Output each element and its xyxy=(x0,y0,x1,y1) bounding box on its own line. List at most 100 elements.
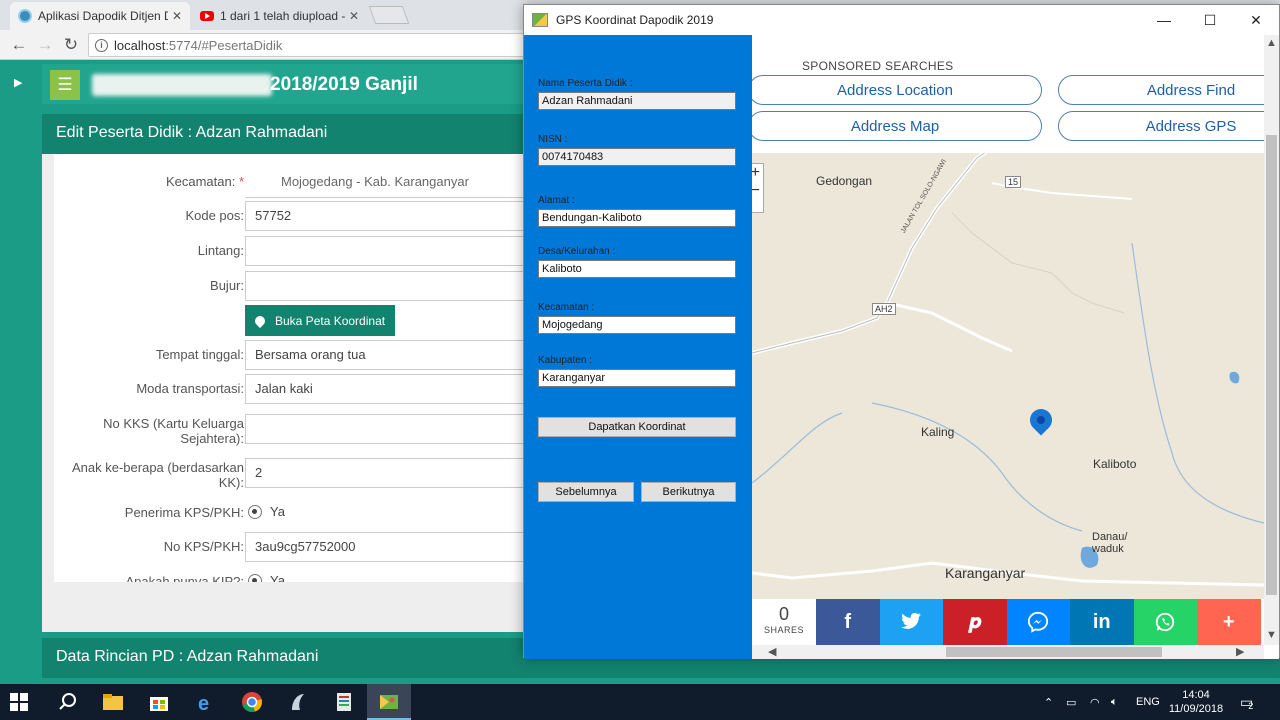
edge-browser-icon[interactable]: e xyxy=(194,690,218,714)
desa-input[interactable]: Kaliboto xyxy=(538,260,736,278)
open-map-button[interactable]: Buka Peta Koordinat xyxy=(245,305,395,336)
tab-title: Aplikasi Dapodik Ditjen D xyxy=(38,9,168,23)
clock-date: 11/09/2018 xyxy=(1168,703,1224,715)
ad-address-find[interactable]: Address Find xyxy=(1058,75,1279,105)
wifi-icon[interactable]: ◠ xyxy=(1090,684,1100,720)
kps-radio-ya[interactable]: Ya xyxy=(248,504,285,519)
chrome-browser-icon[interactable] xyxy=(240,690,264,714)
nisn-label: NISN : xyxy=(538,134,568,145)
notification-center-icon[interactable]: ▭ 2 xyxy=(1240,684,1253,720)
windows-start-icon[interactable] xyxy=(10,693,28,711)
gps-app-taskbar-button[interactable] xyxy=(367,684,411,720)
blurred-title-redaction xyxy=(92,74,272,96)
ad-address-gps[interactable]: Address GPS xyxy=(1058,111,1279,141)
nisn-input[interactable]: 0074170483 xyxy=(538,148,736,166)
reload-icon[interactable]: ↻ xyxy=(60,34,82,56)
facebook-share-icon[interactable]: f xyxy=(816,599,880,645)
scrollbar-thumb[interactable] xyxy=(1266,135,1277,595)
messenger-share-icon[interactable] xyxy=(1006,599,1070,645)
scroll-down-icon[interactable]: ▼ xyxy=(1266,629,1277,641)
map-label-gedongan: Gedongan xyxy=(816,174,873,188)
map-label-kaling: Kaling xyxy=(921,425,955,439)
system-clock[interactable]: 14:04 11/09/2018 xyxy=(1168,688,1224,716)
map-roads-svg xyxy=(752,153,1264,587)
show-hidden-icons[interactable]: ⌃ xyxy=(1044,684,1053,720)
url-path: :5774/#PesertaDidik xyxy=(165,37,283,53)
app-launcher-icon[interactable] xyxy=(286,690,310,714)
tab-dapodik[interactable]: Aplikasi Dapodik Ditjen D ✕ xyxy=(10,2,190,30)
previous-button[interactable]: Sebelumnya xyxy=(538,482,634,502)
kps-label: Penerima KPS/PKH: xyxy=(124,505,244,520)
share-count: 0 xyxy=(778,604,789,624)
map-label-danau: Danau/ xyxy=(1092,531,1128,543)
maximize-icon[interactable]: ☐ xyxy=(1187,5,1233,35)
forward-arrow-icon[interactable]: → xyxy=(34,34,56,56)
scroll-left-icon[interactable]: ◀ xyxy=(768,645,776,658)
youtube-favicon-icon xyxy=(200,11,214,21)
back-arrow-icon[interactable]: ← xyxy=(8,34,30,56)
map-marker-icon xyxy=(252,313,268,328)
new-tab-button[interactable] xyxy=(368,6,410,24)
map-label-kaliboto: Kaliboto xyxy=(1093,457,1137,471)
kecamatan-input[interactable]: Mojogedang xyxy=(538,316,736,334)
store-icon[interactable] xyxy=(147,690,171,714)
info-icon[interactable]: i xyxy=(95,38,108,52)
sidebar-toggle-icon[interactable]: ▶ xyxy=(14,76,22,89)
radio-label: Ya xyxy=(270,504,285,519)
tempat-label: Tempat tinggal: xyxy=(155,347,244,362)
vertical-scrollbar[interactable]: ▲ ▼ xyxy=(1264,35,1279,645)
anak-label: Anak ke-berapa (berdasarkan KK): xyxy=(72,460,244,490)
map-web-view: SPONSORED SEARCHES Address Location Addr… xyxy=(752,35,1279,659)
open-map-label: Buka Peta Koordinat xyxy=(275,313,386,328)
close-tab-icon[interactable]: ✕ xyxy=(349,9,359,23)
nama-input[interactable]: Adzan Rahmadani xyxy=(538,92,736,110)
dapodik-favicon-icon xyxy=(18,9,32,23)
close-tab-icon[interactable]: ✕ xyxy=(172,9,182,23)
close-window-icon[interactable]: ✕ xyxy=(1233,5,1279,35)
app-title: 2018/2019 Ganjil xyxy=(270,74,418,95)
windows-taskbar: e ⌃ ▭ ◠ 🔈︎ ENG 14:04 11/09/2018 ▭ 2 xyxy=(0,684,1280,720)
pinterest-share-icon[interactable]: 𝒑 xyxy=(943,599,1007,645)
scroll-right-icon[interactable]: ▶ xyxy=(1236,645,1244,658)
get-coordinates-button[interactable]: Dapatkan Koordinat xyxy=(538,417,736,437)
map-canvas[interactable]: + − Gedongan Kaling Kaliboto Danau/ waduk… xyxy=(752,153,1264,599)
scrollbar-thumb[interactable] xyxy=(946,647,1162,657)
tab-youtube[interactable]: 1 dari 1 telah diupload - Y ✕ xyxy=(192,2,367,30)
search-icon[interactable] xyxy=(56,690,80,714)
gps-titlebar: GPS Koordinat Dapodik 2019 — ☐ ✕ xyxy=(524,5,1279,35)
next-button[interactable]: Berikutnya xyxy=(641,482,736,502)
document-app-icon[interactable] xyxy=(332,690,356,714)
nama-label: Nama Peserta Didik : xyxy=(538,78,633,89)
kip-label: Apakah punya KIP?: xyxy=(125,574,244,582)
gps-window: GPS Koordinat Dapodik 2019 — ☐ ✕ Nama Pe… xyxy=(523,4,1280,659)
ad-address-location[interactable]: Address Location xyxy=(752,75,1042,105)
volume-icon[interactable]: 🔈︎ xyxy=(1111,684,1118,720)
more-share-icon[interactable]: + xyxy=(1197,599,1261,645)
kip-radio-ya[interactable]: Ya xyxy=(248,573,285,582)
kecamatan-label: Kecamatan : xyxy=(538,302,595,313)
whatsapp-share-icon[interactable] xyxy=(1133,599,1197,645)
twitter-share-icon[interactable] xyxy=(879,599,943,645)
kabupaten-input[interactable]: Karanganyar xyxy=(538,369,736,387)
alamat-input[interactable]: Bendungan-Kaliboto xyxy=(538,209,736,227)
hamburger-menu-icon[interactable]: ☰ xyxy=(50,70,80,100)
road-badge-15: 15 xyxy=(1005,176,1022,188)
map-zoom-control[interactable]: + − xyxy=(752,163,764,213)
url-host: localhost xyxy=(114,37,166,53)
scroll-up-icon[interactable]: ▲ xyxy=(1266,37,1277,49)
file-explorer-icon[interactable] xyxy=(101,690,125,714)
battery-icon[interactable]: ▭ xyxy=(1066,684,1076,720)
tab-title: 1 dari 1 telah diupload - Y xyxy=(220,9,345,23)
radio-label: Ya xyxy=(270,573,285,582)
kabupaten-label: Kabupaten : xyxy=(538,355,592,366)
radio-dot xyxy=(248,504,262,519)
ad-address-map[interactable]: Address Map xyxy=(752,111,1042,141)
minimize-icon[interactable]: — xyxy=(1141,5,1187,35)
moda-label: Moda transportasi: xyxy=(136,381,244,396)
map-app-icon xyxy=(532,13,548,27)
horizontal-scrollbar[interactable]: ◀ ▶ xyxy=(752,645,1264,659)
linkedin-share-icon[interactable]: in xyxy=(1070,599,1134,645)
language-indicator[interactable]: ENG xyxy=(1136,684,1160,720)
share-counter: 0 SHARES xyxy=(752,599,816,645)
clock-time: 14:04 xyxy=(1182,689,1210,701)
